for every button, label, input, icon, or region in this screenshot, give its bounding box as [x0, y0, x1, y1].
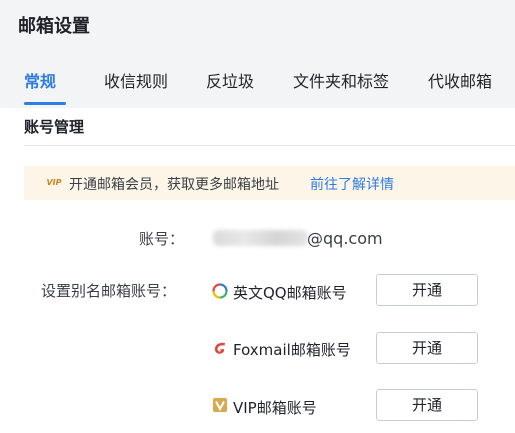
vip-badge-icon: VIP [46, 178, 62, 187]
account-domain: @qq.com [307, 229, 383, 248]
tab-anti-spam[interactable]: 反垃圾 [206, 68, 254, 92]
account-label: 账号： [139, 230, 185, 248]
tab-mail-fetch[interactable]: 代收邮箱 [428, 68, 492, 92]
alias-label: 设置别名邮箱账号： [41, 282, 177, 300]
active-tab-indicator [24, 102, 66, 105]
open-english-qq-button[interactable]: 开通 [376, 274, 478, 306]
vip-mailbox-icon [213, 398, 227, 412]
open-foxmail-button[interactable]: 开通 [376, 332, 478, 364]
tab-receive-rules[interactable]: 收信规则 [104, 68, 168, 92]
account-management-title: 账号管理 [24, 118, 85, 136]
vip-banner: VIP 开通邮箱会员，获取更多邮箱地址 前往了解详情 [24, 166, 515, 200]
alias-english-qq-label: 英文QQ邮箱账号 [233, 284, 347, 302]
settings-tabs: 常规 收信规则 反垃圾 文件夹和标签 代收邮箱 [0, 62, 515, 108]
open-vip-button[interactable]: 开通 [376, 389, 478, 421]
alias-foxmail-label: Foxmail邮箱账号 [233, 341, 351, 359]
qq-color-icon [212, 283, 228, 299]
tab-folders-labels[interactable]: 文件夹和标签 [293, 68, 389, 92]
foxmail-icon [214, 342, 225, 354]
page-title: 邮箱设置 [18, 16, 90, 37]
vip-details-link[interactable]: 前往了解详情 [310, 174, 394, 194]
alias-vip-label: VIP邮箱账号 [233, 399, 317, 417]
vip-banner-text: 开通邮箱会员，获取更多邮箱地址 [69, 177, 279, 193]
settings-header: 邮箱设置 常规 收信规则 反垃圾 文件夹和标签 代收邮箱 [0, 0, 515, 108]
section-divider [24, 145, 515, 146]
account-number-redacted [213, 230, 308, 246]
tab-general[interactable]: 常规 [24, 68, 56, 92]
